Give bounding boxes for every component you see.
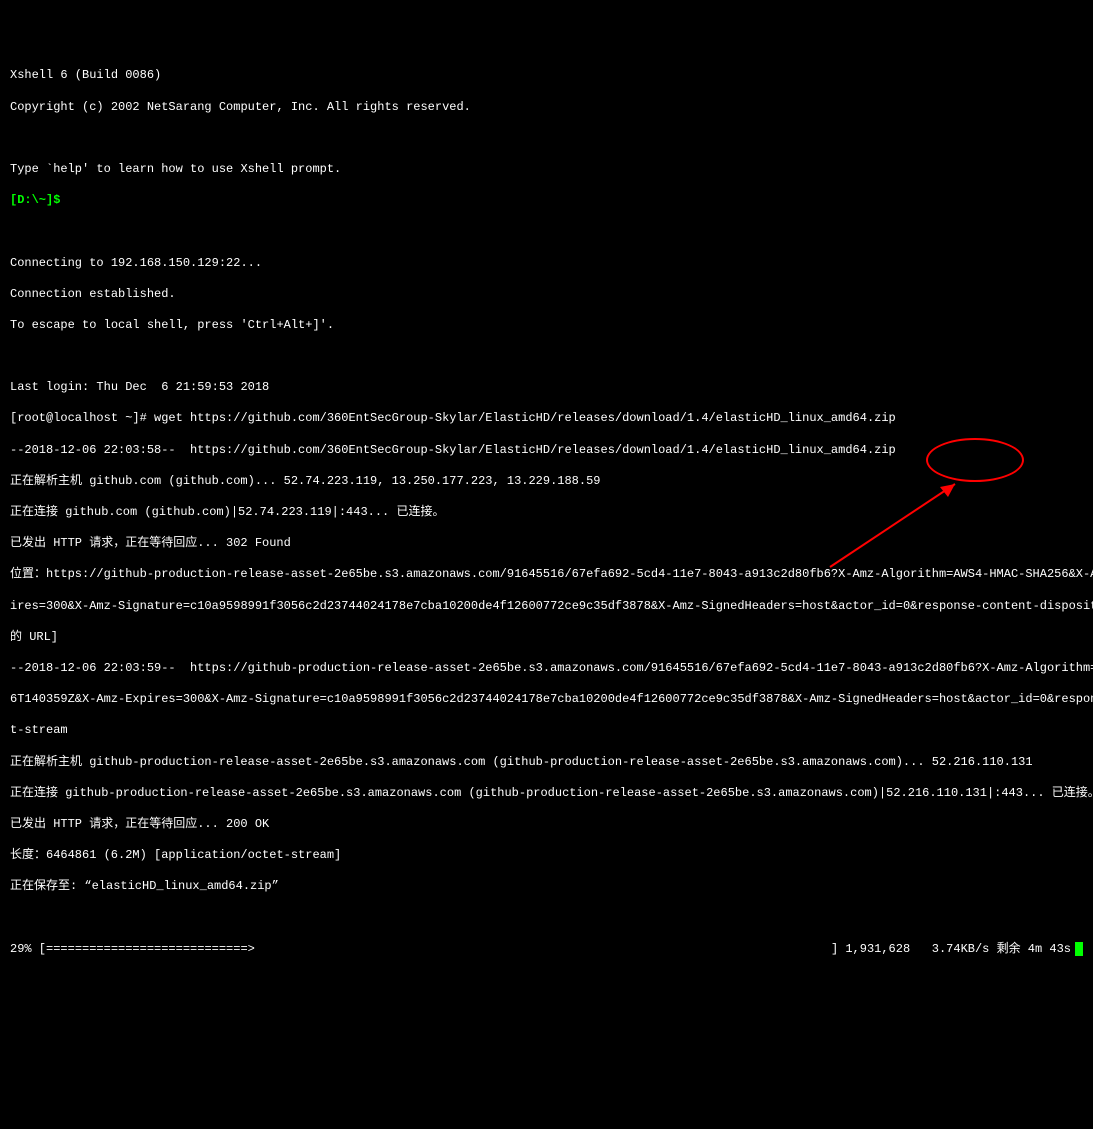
content-length: 长度：6464861 (6.2M) [application/octet-str… bbox=[10, 848, 1083, 864]
help-hint: Type `help' to learn how to use Xshell p… bbox=[10, 162, 1083, 178]
location-line-3: 的 URL] bbox=[10, 630, 1083, 646]
app-title: Xshell 6 (Build 0086) bbox=[10, 68, 1083, 84]
resolving-host-2: 正在解析主机 github-production-release-asset-2… bbox=[10, 755, 1083, 771]
connection-established: Connection established. bbox=[10, 287, 1083, 303]
progress-bar: [============================> bbox=[32, 942, 255, 956]
progress-eta-label: 剩余 bbox=[989, 942, 1027, 956]
blank-line bbox=[10, 910, 1083, 926]
blank-line bbox=[10, 131, 1083, 147]
download-progress-row: 29% [============================> ] 1,9… bbox=[10, 942, 1083, 958]
progress-percent: 29% bbox=[10, 942, 32, 956]
wget-timestamp-2a: --2018-12-06 22:03:59-- https://github-p… bbox=[10, 661, 1083, 677]
prompt-text: [D:\~]$ bbox=[10, 193, 60, 207]
resolving-host-1: 正在解析主机 github.com (github.com)... 52.74.… bbox=[10, 474, 1083, 490]
copyright-text: Copyright (c) 2002 NetSarang Computer, I… bbox=[10, 100, 1083, 116]
shell-command-line[interactable]: [root@localhost ~]# wget https://github.… bbox=[10, 411, 1083, 427]
last-login: Last login: Thu Dec 6 21:59:53 2018 bbox=[10, 380, 1083, 396]
connecting-host-2: 正在连接 github-production-release-asset-2e6… bbox=[10, 786, 1083, 802]
progress-speed: 3.74KB/s bbox=[932, 942, 990, 956]
location-line-2: ires=300&X-Amz-Signature=c10a9598991f305… bbox=[10, 599, 1083, 615]
http-request-2: 已发出 HTTP 请求，正在等待回应... 200 OK bbox=[10, 817, 1083, 833]
local-prompt[interactable]: [D:\~]$ bbox=[10, 193, 1083, 209]
connecting-host-1: 正在连接 github.com (github.com)|52.74.223.1… bbox=[10, 505, 1083, 521]
http-request-1: 已发出 HTTP 请求，正在等待回应... 302 Found bbox=[10, 536, 1083, 552]
escape-hint: To escape to local shell, press 'Ctrl+Al… bbox=[10, 318, 1083, 334]
progress-eta: 4m 43s bbox=[1028, 942, 1071, 956]
wget-timestamp-1: --2018-12-06 22:03:58-- https://github.c… bbox=[10, 443, 1083, 459]
cursor-icon bbox=[1075, 942, 1083, 956]
progress-bracket-close: ] bbox=[831, 942, 845, 956]
saving-to: 正在保存至: “elasticHD_linux_amd64.zip” bbox=[10, 879, 1083, 895]
wget-timestamp-2b: 6T140359Z&X-Amz-Expires=300&X-Amz-Signat… bbox=[10, 692, 1083, 708]
connecting-text: Connecting to 192.168.150.129:22... bbox=[10, 256, 1083, 272]
location-line-1: 位置：https://github-production-release-ass… bbox=[10, 567, 1083, 583]
blank-line bbox=[10, 224, 1083, 240]
progress-bytes: 1,931,628 bbox=[845, 942, 910, 956]
blank-line bbox=[10, 349, 1083, 365]
wget-timestamp-2c: t-stream bbox=[10, 723, 1083, 739]
